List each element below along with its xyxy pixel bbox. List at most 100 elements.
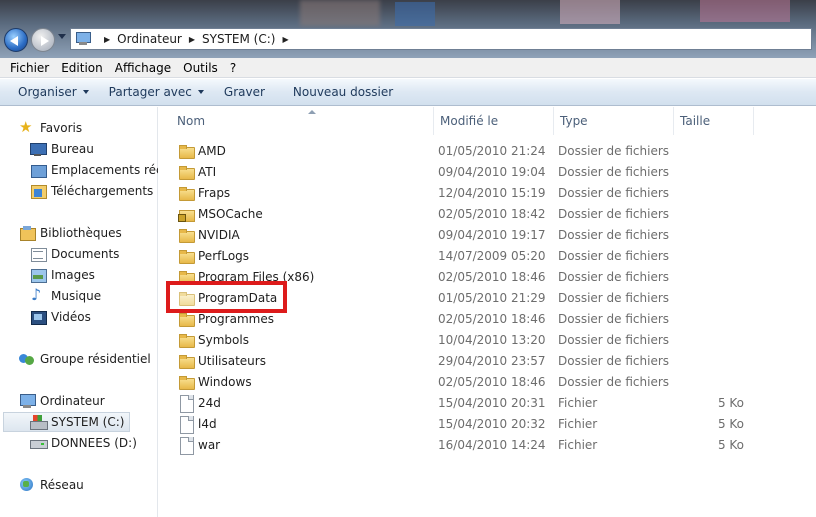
modified-date-cell: 09/04/2010 19:04	[438, 164, 546, 179]
command-bar: Organiser Partager avec Graver Nouveau d…	[0, 79, 816, 106]
column-header-name[interactable]: Nom	[171, 107, 434, 135]
table-row[interactable]: Fraps 12/04/2010 15:19 Dossier de fichiers	[159, 182, 816, 203]
file-type-cell: Dossier de fichiers	[558, 332, 670, 347]
documents-icon	[30, 246, 47, 262]
nav-label: Emplacements récents	[51, 163, 158, 177]
file-name: Utilisateurs	[198, 353, 266, 368]
table-row[interactable]: NVIDIA 09/04/2010 19:17 Dossier de fichier…	[159, 224, 816, 245]
computer-icon	[19, 393, 36, 409]
nav-label: Téléchargements	[51, 184, 154, 198]
sort-ascending-icon	[308, 110, 316, 114]
modified-date-cell: 16/04/2010 14:24	[438, 437, 546, 452]
file-type-cell: Dossier de fichiers	[558, 206, 670, 221]
nav-groupe-residentiel[interactable]: Groupe résidentiel	[19, 349, 156, 369]
nav-label: SYSTEM (C:)	[51, 415, 125, 429]
breadcrumb-system[interactable]: SYSTEM (C:)	[202, 32, 275, 46]
nav-ordinateur[interactable]: Ordinateur	[19, 391, 154, 411]
table-row[interactable]: Utilisateurs 29/04/2010 23:57 Dossier de f…	[159, 350, 816, 371]
pictures-icon	[30, 267, 47, 283]
table-row[interactable]: Symbols 10/04/2010 13:20 Dossier de fichie…	[159, 329, 816, 350]
modified-date-cell: 10/04/2010 13:20	[438, 332, 546, 347]
background-blur	[560, 0, 620, 24]
nav-favoris[interactable]: Favoris	[19, 118, 154, 138]
column-header-size[interactable]: Taille	[674, 107, 754, 135]
nav-label: Groupe résidentiel	[40, 352, 151, 366]
hard-drive-icon	[30, 435, 48, 451]
column-header-type[interactable]: Type	[554, 107, 674, 135]
nav-images[interactable]: Images	[30, 265, 156, 285]
nav-label: Favoris	[40, 121, 83, 135]
background-blur	[700, 0, 790, 22]
folder-icon	[178, 248, 195, 264]
address-bar[interactable]: ▶ Ordinateur ▶ SYSTEM (C:) ▶	[70, 28, 812, 50]
partager-button[interactable]: Partager avec	[99, 85, 214, 99]
forward-button[interactable]	[31, 28, 55, 52]
modified-date-cell: 29/04/2010 23:57	[438, 353, 546, 368]
nav-reseau[interactable]: Réseau	[19, 475, 154, 495]
folder-icon	[178, 374, 195, 390]
breadcrumb-chevron-icon[interactable]: ▶	[104, 35, 110, 44]
table-row[interactable]: AMD 01/05/2010 21:24 Dossier de fichiers	[159, 140, 816, 161]
column-header-date[interactable]: Modifié le	[434, 107, 554, 135]
file-type-cell: Dossier de fichiers	[558, 164, 670, 179]
table-row[interactable]: Windows 02/05/2010 18:46 Dossier de fichie…	[159, 371, 816, 392]
modified-date-cell: 14/07/2009 05:20	[438, 248, 546, 263]
nav-donnees-d[interactable]: DONNEES (D:)	[30, 433, 156, 453]
file-size-cell	[678, 161, 744, 182]
graver-button[interactable]: Graver	[214, 85, 275, 99]
breadcrumb-ordinateur[interactable]: Ordinateur	[117, 32, 182, 46]
nav-videos[interactable]: Vidéos	[30, 307, 156, 327]
breadcrumb-chevron-icon[interactable]: ▶	[282, 35, 288, 44]
modified-date-cell: 02/05/2010 18:42	[438, 206, 546, 221]
file-size-cell	[678, 308, 744, 329]
file-type-cell: Dossier de fichiers	[558, 227, 670, 242]
file-name-cell: 24d	[178, 392, 433, 413]
file-size-cell	[678, 266, 744, 287]
nouveau-dossier-button[interactable]: Nouveau dossier	[283, 85, 403, 99]
file-name-cell: Fraps	[178, 182, 433, 203]
organiser-button[interactable]: Organiser	[8, 85, 99, 99]
nav-label: Musique	[51, 289, 102, 303]
nav-emplacements[interactable]: Emplacements récents	[30, 160, 158, 180]
table-row[interactable]: PerfLogs 14/07/2009 05:20 Dossier de fichi…	[159, 245, 816, 266]
folder-icon	[178, 143, 195, 159]
file-type-cell: Dossier de fichiers	[558, 248, 670, 263]
file-type-cell: Dossier de fichiers	[558, 311, 670, 326]
nav-documents[interactable]: Documents	[30, 244, 156, 264]
table-row[interactable]: MSOCache 02/05/2010 18:42 Dossier de fichi…	[159, 203, 816, 224]
table-row[interactable]: 24d 15/04/2010 20:31 Fichier 5 Ko	[159, 392, 816, 413]
file-size-cell	[678, 371, 744, 392]
nav-bureau[interactable]: Bureau	[30, 139, 156, 159]
menu-fichier[interactable]: Fichier	[4, 61, 55, 75]
folder-icon	[178, 353, 195, 369]
back-button[interactable]	[4, 28, 28, 52]
modified-date-cell: 01/05/2010 21:24	[438, 143, 546, 158]
recent-pages-dropdown[interactable]	[58, 34, 66, 39]
modified-date-cell: 15/04/2010 20:32	[438, 416, 546, 431]
nav-musique[interactable]: Musique	[30, 286, 156, 306]
chevron-down-icon	[82, 90, 89, 94]
menu-affichage[interactable]: Affichage	[109, 61, 177, 75]
nav-telechargements[interactable]: Téléchargements	[30, 181, 156, 201]
folder-icon	[178, 332, 195, 348]
highlight-annotation	[166, 281, 287, 313]
file-name: Symbols	[198, 332, 249, 347]
file-type-cell: Fichier	[558, 395, 598, 410]
nav-system-c[interactable]: SYSTEM (C:)	[3, 412, 130, 432]
breadcrumb-chevron-icon[interactable]: ▶	[189, 35, 195, 44]
menu-edition[interactable]: Edition	[55, 61, 109, 75]
file-name: PerfLogs	[198, 248, 250, 263]
menu-aide[interactable]: ?	[224, 61, 242, 75]
column-label: Modifié le	[440, 114, 499, 128]
table-row[interactable]: ATI 09/04/2010 19:04 Dossier de fichiers	[159, 161, 816, 182]
modified-date-cell: 02/05/2010 18:46	[438, 311, 546, 326]
table-row[interactable]: war 16/04/2010 14:24 Fichier 5 Ko	[159, 434, 816, 455]
modified-date-cell: 09/04/2010 19:17	[438, 227, 546, 242]
menu-bar: Fichier Edition Affichage Outils ?	[0, 58, 816, 78]
file-name: ATI	[198, 164, 217, 179]
nav-bibliotheques[interactable]: Bibliothèques	[19, 223, 154, 243]
file-type-cell: Fichier	[558, 416, 598, 431]
table-row[interactable]: l4d 15/04/2010 20:32 Fichier 5 Ko	[159, 413, 816, 434]
nav-label: Bibliothèques	[40, 226, 122, 240]
menu-outils[interactable]: Outils	[177, 61, 224, 75]
